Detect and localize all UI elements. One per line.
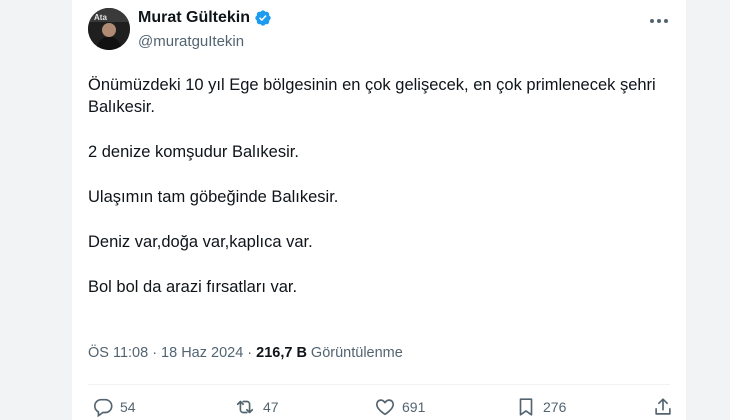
bookmark-button[interactable]: 276: [515, 396, 566, 418]
tweet-paragraph: Önümüzdeki 10 yıl Ege bölgesinin en çok …: [88, 76, 656, 116]
author-name-row: Murat Gültekin: [138, 9, 272, 27]
verified-badge-icon: [254, 9, 272, 27]
action-bar: 54 47 691 276: [88, 396, 671, 420]
share-button[interactable]: [652, 396, 674, 418]
tweet-paragraph: 2 denize komşudur Balıkesir.: [88, 143, 299, 161]
tweet-paragraph: Ulaşımın tam göbeğinde Balıkesir.: [88, 188, 339, 206]
tweet-paragraph: Bol bol da arazi fırsatları var.: [88, 278, 298, 296]
share-icon: [652, 396, 674, 418]
reply-icon: [92, 396, 114, 418]
like-count: 691: [402, 399, 426, 415]
avatar[interactable]: Ata: [88, 8, 130, 50]
retweet-count: 47: [263, 399, 279, 415]
author-display-name[interactable]: Murat Gültekin: [138, 9, 250, 27]
views-label: Görüntülenme: [310, 345, 403, 361]
meta-separator: ·: [152, 345, 158, 361]
tweet-meta: ÖS 11:08 · 18 Haz 2024 · 216,7 B Görüntü…: [88, 345, 403, 361]
meta-separator: ·: [247, 345, 253, 361]
divider: [88, 384, 670, 385]
bookmark-icon: [515, 396, 537, 418]
heart-icon: [374, 396, 396, 418]
bookmark-count: 276: [543, 399, 567, 415]
retweet-icon: [233, 396, 257, 418]
more-icon[interactable]: [646, 10, 672, 32]
retweet-button[interactable]: 47: [233, 396, 279, 418]
reply-button[interactable]: 54: [92, 396, 136, 418]
tweet-time[interactable]: ÖS 11:08: [88, 345, 148, 361]
tweet-card: Ata Murat Gültekin @muratguItekin Önümüz…: [71, 0, 687, 420]
tweet-date[interactable]: 18 Haz 2024: [161, 345, 243, 361]
tweet-paragraph: Deniz var,doğa var,kaplıca var.: [88, 233, 313, 251]
like-button[interactable]: 691: [374, 396, 425, 418]
author-handle[interactable]: @muratguItekin: [138, 33, 244, 50]
views-count: 216,7 B: [256, 345, 307, 361]
avatar-image: Ata: [88, 8, 130, 50]
tweet-text: Önümüzdeki 10 yıl Ege bölgesinin en çok …: [88, 74, 668, 321]
avatar-badge-text: Ata: [94, 13, 107, 22]
reply-count: 54: [120, 399, 136, 415]
